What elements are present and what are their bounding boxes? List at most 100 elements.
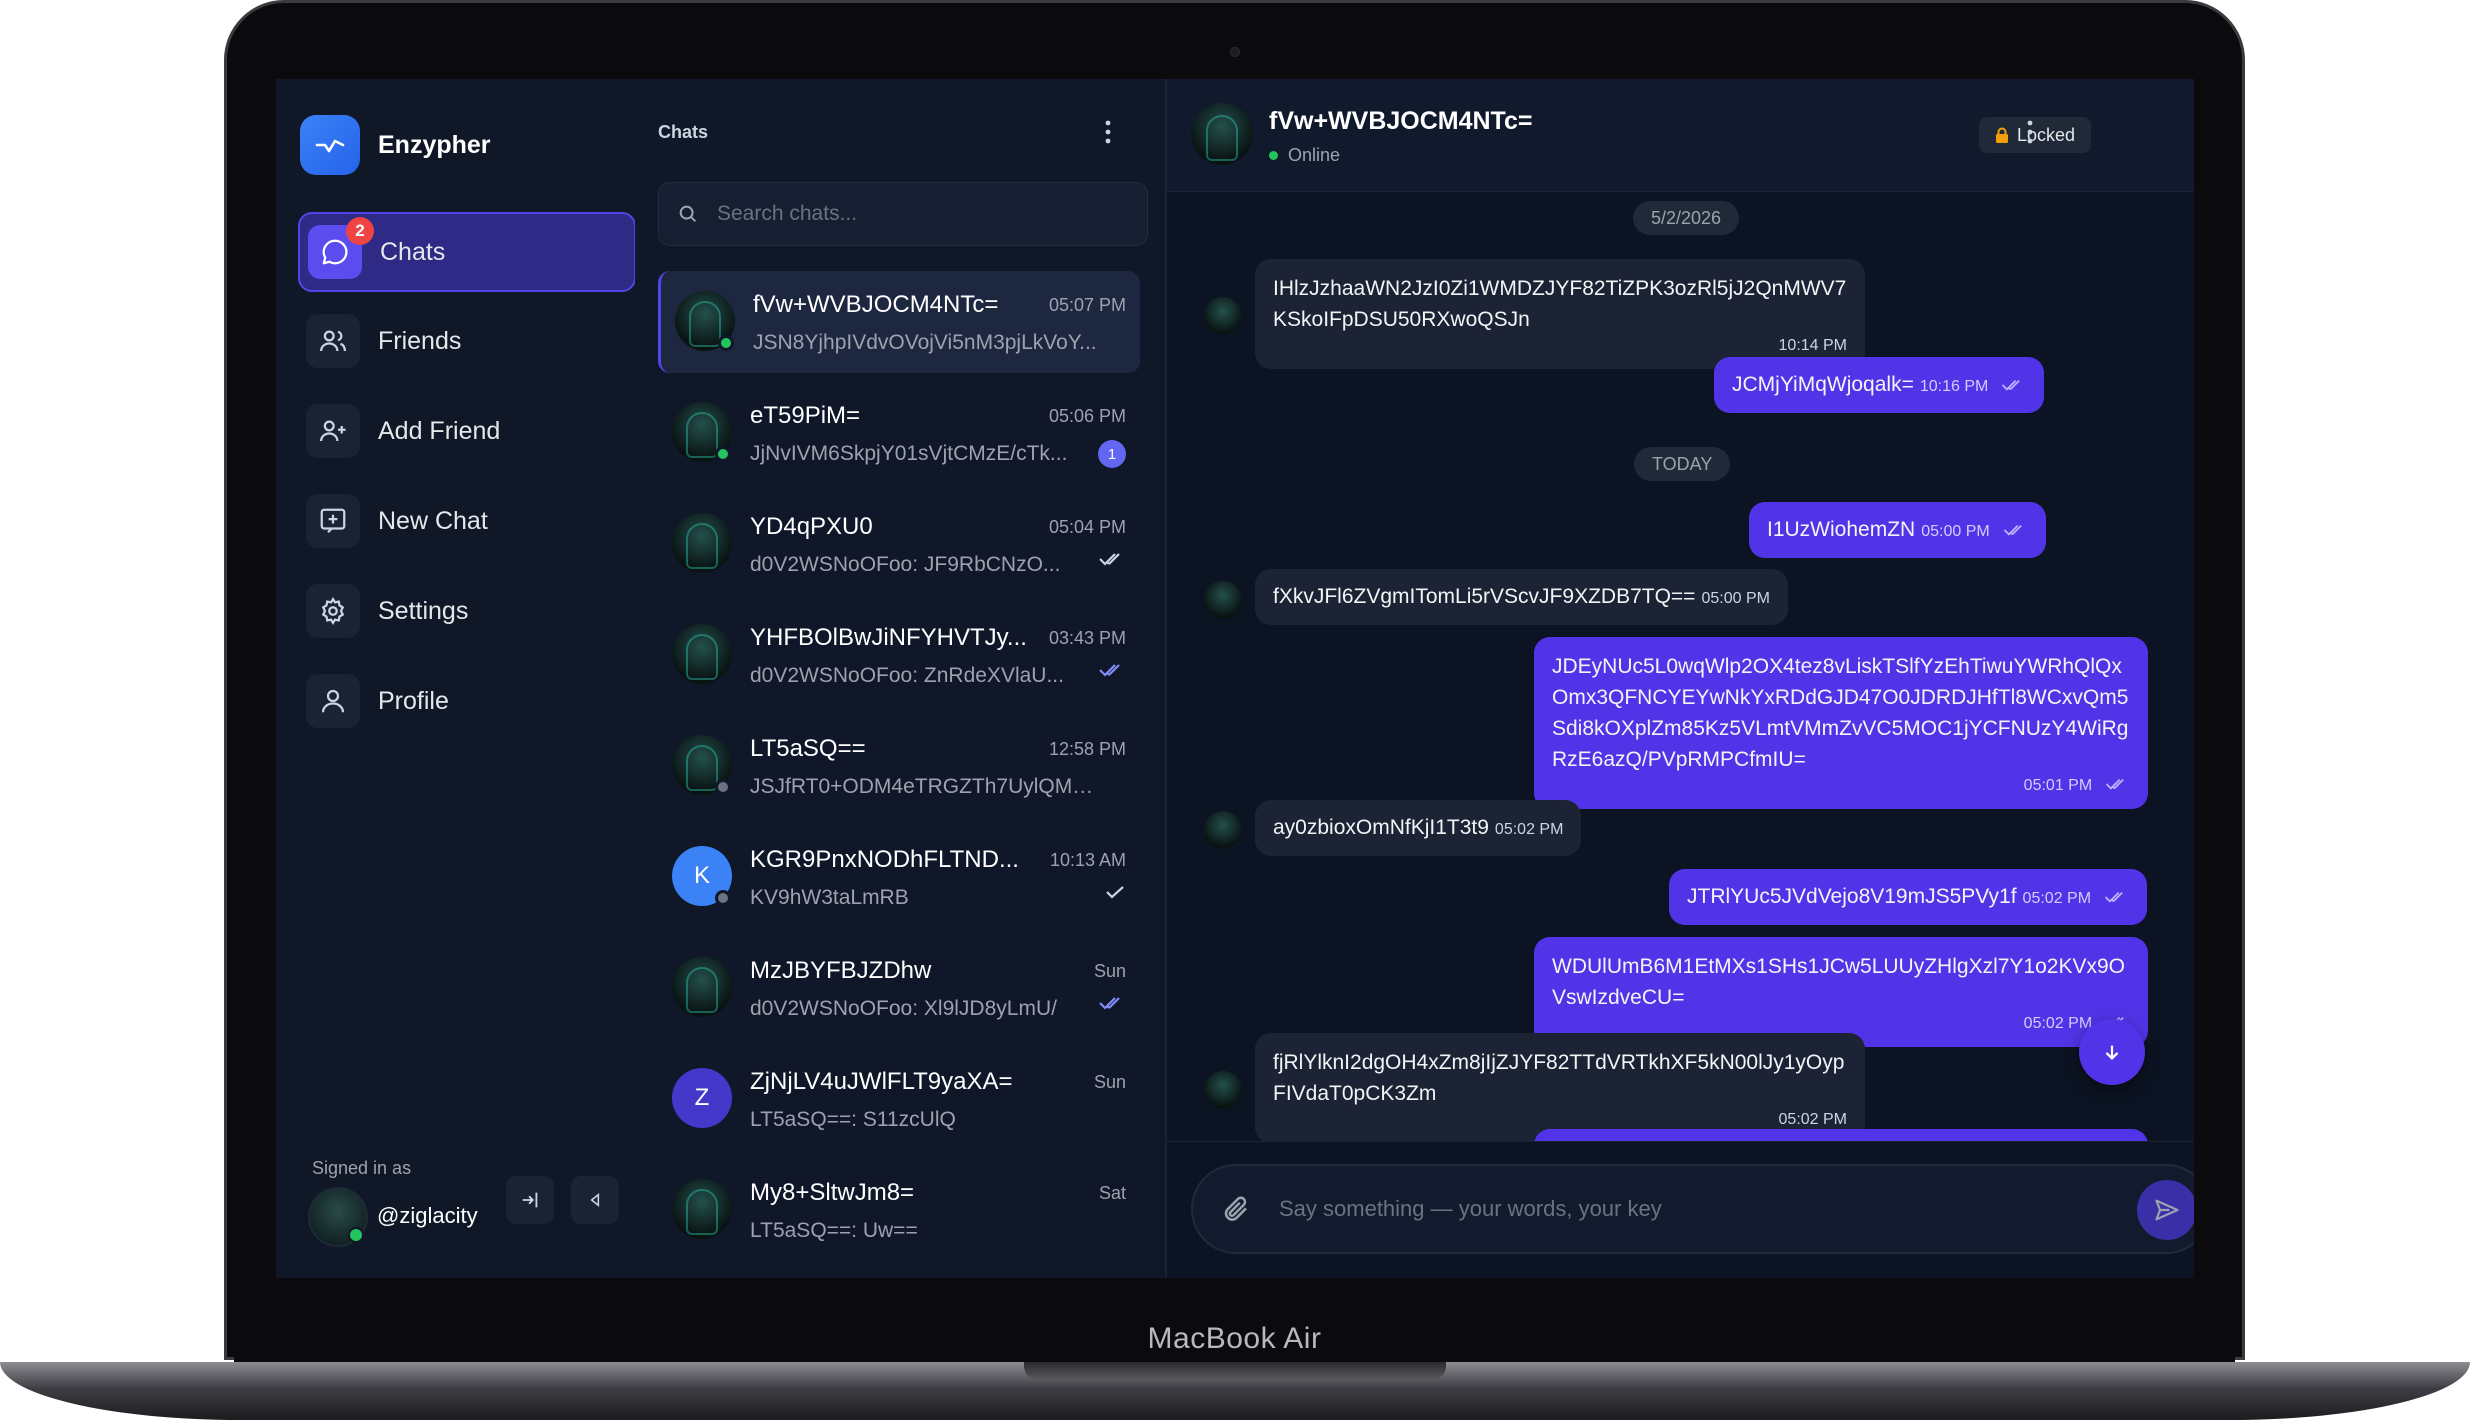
message-incoming: fjRlYlknI2dgOH4xZm8jIjZJYF82TTdVRTkhXF5k… xyxy=(1255,1033,1865,1143)
chat-name: LT5aSQ== xyxy=(750,735,866,762)
chat-list-item[interactable]: YHFBOlBwJiNFYHVTJy... 03:43 PM d0V2WSNoO… xyxy=(658,604,1140,706)
message-outgoing: JCMjYiMqWjoqalk= 10:16 PM xyxy=(1714,357,2045,413)
message-outgoing: WDUlUmB6M1EtMXs1SHs1JCw5LUUyZHlgXzl7Y1o2… xyxy=(1534,937,2148,1047)
arrow-down-icon xyxy=(2105,1045,2119,1060)
sidebar-item-profile[interactable]: Profile xyxy=(298,661,636,741)
collapse-sidebar-button[interactable] xyxy=(571,1176,619,1224)
chat-list-panel: Chats fVw+WVBJOCM4NTc= 05:07 PM JSN8Yjhp… xyxy=(635,79,1167,1278)
sidebar-item-new-chat[interactable]: New Chat xyxy=(298,481,636,561)
logout-icon xyxy=(522,1192,538,1208)
sidebar-item-chats[interactable]: 2 Chats xyxy=(298,212,636,292)
chat-list-item[interactable]: MzJBYFBJZDhw Sun d0V2WSNoOFoo: Xl9lJD8yL… xyxy=(658,937,1140,1039)
search-icon xyxy=(679,205,697,223)
sidebar-item-label: Profile xyxy=(378,686,449,715)
chat-name: YD4qPXU0 xyxy=(750,513,873,540)
sidebar-item-label: Settings xyxy=(378,596,469,625)
chat-preview: d0V2WSNoOFoo: ZnRdeXVlaU... xyxy=(750,664,1064,687)
chat-time: Sat xyxy=(1098,1183,1126,1203)
camera xyxy=(1230,47,1240,57)
chat-preview: LT5aSQ==: Uw== xyxy=(750,1219,918,1242)
send-icon xyxy=(2155,1199,2179,1221)
unread-badge: 2 xyxy=(346,217,374,245)
chat-time: Sun xyxy=(1093,1072,1126,1092)
avatar xyxy=(1204,1071,1242,1109)
chat-name: MzJBYFBJZDhw xyxy=(750,957,932,984)
chat-list-title: Chats xyxy=(658,122,709,142)
conversation-menu-button[interactable] xyxy=(2027,119,2033,150)
message-outgoing: JTRlYUc5JVdVejo8V19mJS5PVy1f 05:02 PM xyxy=(1669,869,2147,925)
avatar xyxy=(672,1179,732,1239)
search-input[interactable] xyxy=(717,202,1117,226)
chat-name: ZjNjLV4uJWlFLT9yaXA= xyxy=(750,1068,1013,1095)
message-outgoing: JDEyNUc5L0wqWlp2OX4tez8vLiskTSlfYzEhTiwu… xyxy=(1534,637,2148,809)
chat-list-item[interactable]: fVw+WVBJOCM4NTc= 05:07 PM JSN8YjhpIVdvOV… xyxy=(658,271,1140,373)
double-check-icon xyxy=(1098,995,1126,1016)
conversation-header: fVw+WVBJOCM4NTc= Online Locked xyxy=(1167,79,2194,192)
users-icon xyxy=(306,314,360,368)
paperclip-icon[interactable] xyxy=(1221,1194,1251,1224)
online-status-dot xyxy=(715,446,731,462)
sidebar-item-add-friend[interactable]: Add Friend xyxy=(298,391,636,471)
sidebar-item-friends[interactable]: Friends xyxy=(298,301,636,381)
offline-status-dot xyxy=(715,890,731,906)
double-check-icon xyxy=(1098,551,1126,572)
online-status-dot xyxy=(348,1227,364,1243)
chat-preview: JSJfRT0+ODM4eTRGZTh7UylQM0... xyxy=(750,775,1100,798)
check-icon xyxy=(1104,884,1126,905)
message-outgoing: I1UzWiohemZN 05:00 PM xyxy=(1749,502,2046,558)
avatar xyxy=(1204,811,1242,849)
chat-name: YHFBOlBwJiNFYHVTJy... xyxy=(750,624,1027,651)
chat-list-item[interactable]: YD4qPXU0 05:04 PM d0V2WSNoOFoo: JF9RbCNz… xyxy=(658,493,1140,595)
double-check-icon xyxy=(2104,892,2123,904)
username: @ziglacity xyxy=(377,1203,478,1228)
chat-list-item[interactable]: K KGR9PnxNODhFLTND... 10:13 AM KV9hW3taL… xyxy=(658,826,1140,928)
chat-list-item[interactable]: eT59PiM= 05:06 PM JjNvIVM6SkpjY01sVjtCMz… xyxy=(658,382,1140,484)
double-check-icon xyxy=(2002,380,2020,392)
send-button[interactable] xyxy=(2137,1180,2194,1240)
avatar xyxy=(1204,297,1242,335)
online-status-dot xyxy=(718,335,734,351)
sidebar: Enzypher 2 Chats Friends Add Friend New … xyxy=(276,79,636,1278)
chat-preview: d0V2WSNoOFoo: Xl9lJD8yLmU/ xyxy=(750,997,1057,1020)
chat-time: 05:07 PM xyxy=(1048,295,1126,315)
chat-list-menu-button[interactable] xyxy=(1105,119,1111,150)
chat-preview: KV9hW3taLmRB xyxy=(750,886,909,909)
date-separator: 5/2/2026 xyxy=(1633,201,1740,235)
chat-list-item[interactable]: My8+SltwJm8= Sat LT5aSQ==: Uw== xyxy=(658,1159,1140,1261)
device-label: MacBook Air xyxy=(1147,1322,1322,1355)
logout-button[interactable] xyxy=(506,1176,554,1224)
message-incoming: IHlzJzhaaWN2JzI0Zi1WMDZJYF82TiZPK3ozRl5j… xyxy=(1255,259,1865,369)
chat-preview: LT5aSQ==: S11zcUlQ xyxy=(750,1108,956,1131)
chat-name: fVw+WVBJOCM4NTc= xyxy=(753,291,999,318)
chat-list-item[interactable]: LT5aSQ== 12:58 PM JSJfRT0+ODM4eTRGZTh7Uy… xyxy=(658,715,1140,817)
chat-bubble-icon: 2 xyxy=(308,217,374,279)
gear-icon xyxy=(306,584,360,638)
date-separator: TODAY xyxy=(1634,447,1731,481)
lock-status-badge[interactable]: Locked xyxy=(1979,117,2092,153)
signed-in-label: Signed in as xyxy=(312,1158,412,1178)
message-incoming: ay0zbioxOmNfKjI1T3t9 05:02 PM xyxy=(1255,800,1582,856)
avatar: Z xyxy=(672,1068,732,1128)
collapse-icon xyxy=(590,1193,600,1207)
message-input[interactable] xyxy=(1279,1196,2059,1222)
avatar[interactable] xyxy=(1191,103,1253,165)
laptop-chin: MacBook Air xyxy=(234,1314,2235,1364)
lock-icon xyxy=(1996,127,2008,143)
double-check-icon xyxy=(2003,525,2022,537)
sidebar-item-label: Friends xyxy=(378,326,462,355)
brand: Enzypher xyxy=(300,115,491,175)
scroll-to-bottom-button[interactable] xyxy=(2079,1019,2145,1085)
unread-count-badge: 1 xyxy=(1098,440,1126,468)
laptop-notch xyxy=(1024,1362,1446,1380)
conversation-title: fVw+WVBJOCM4NTc= xyxy=(1269,107,1533,135)
sidebar-item-settings[interactable]: Settings xyxy=(298,571,636,651)
avatar xyxy=(1204,581,1242,619)
sidebar-item-label: New Chat xyxy=(378,506,488,535)
sidebar-item-label: Chats xyxy=(380,237,446,266)
chat-list-item[interactable]: Z ZjNjLV4uJWlFLT9yaXA= Sun LT5aSQ==: S11… xyxy=(658,1048,1140,1150)
message-plus-icon xyxy=(306,494,360,548)
chat-time: 03:43 PM xyxy=(1048,628,1126,648)
search-box xyxy=(658,182,1148,246)
user-plus-icon xyxy=(306,404,360,458)
chat-time: 12:58 PM xyxy=(1048,739,1126,759)
